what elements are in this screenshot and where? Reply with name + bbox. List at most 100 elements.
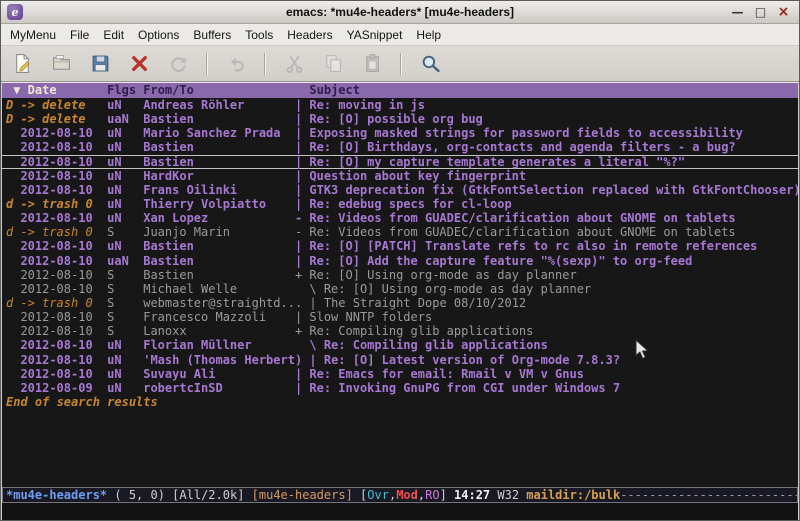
row-from: Bastien: [143, 155, 287, 169]
row-subject: - Re: Videos from GUADEC/clarification a…: [295, 225, 798, 239]
row-mark-char: [6, 126, 20, 140]
message-row[interactable]: 2012-08-10SBastien+ Re: [O] Using org-mo…: [2, 268, 798, 282]
column-header-subject[interactable]: Subject: [295, 83, 360, 98]
modeline-segment-plain: [: [353, 488, 367, 502]
copy-icon[interactable]: [318, 50, 348, 78]
column-header-from[interactable]: From/To: [143, 83, 295, 98]
refresh-icon[interactable]: [163, 50, 193, 78]
message-row[interactable]: 2012-08-10uNBastien| Re: [O] [PATCH] Tra…: [2, 239, 798, 253]
message-row[interactable]: D-> deleteuNAndreas Röhler| Re: moving i…: [2, 98, 798, 112]
row-from: Lanoxx: [143, 324, 287, 338]
cut-icon[interactable]: [279, 50, 309, 78]
row-subject: | Re: edebug specs for cl-loop: [295, 197, 798, 211]
new-file-glyph: [12, 53, 33, 74]
row-mark-char: [6, 353, 20, 367]
message-row[interactable]: d-> trash 0SJuanjo Marin- Re: Videos fro…: [2, 225, 798, 239]
menu-item-headers[interactable]: Headers: [280, 26, 339, 44]
message-row[interactable]: 2012-08-10uNFlorian Müllner \ Re: Compil…: [2, 338, 798, 352]
menu-item-buffers[interactable]: Buffers: [186, 26, 238, 44]
new-file-icon[interactable]: [7, 50, 37, 78]
row-from: Bastien: [143, 112, 287, 126]
message-row[interactable]: D-> deleteuaNBastien| Re: [O] possible o…: [2, 112, 798, 126]
message-row[interactable]: 2012-08-10uNHardKor| Question about key …: [2, 169, 798, 183]
close-button[interactable]: ×: [774, 4, 793, 20]
row-subject: | Re: Invoking GnuPG from CGI under Wind…: [295, 381, 798, 395]
open-folder-icon[interactable]: [46, 50, 76, 78]
message-row[interactable]: d-> trash 0Swebmaster@straightd...| The …: [2, 296, 798, 310]
row-flags: uN: [107, 126, 143, 140]
column-header-flags[interactable]: Flgs: [107, 83, 143, 98]
row-subject: | Re: [O] Add the capture feature "%(sex…: [295, 254, 798, 268]
menu-item-edit[interactable]: Edit: [96, 26, 131, 44]
row-subject: - Re: Videos from GUADEC/clarification a…: [295, 211, 798, 225]
row-flags: uN: [107, 211, 143, 225]
menu-item-help[interactable]: Help: [409, 26, 448, 44]
row-from: Andreas Röhler: [143, 98, 287, 112]
minibuffer[interactable]: [2, 503, 798, 520]
message-row[interactable]: 2012-08-10uNMario Sanchez Prada| Exposin…: [2, 126, 798, 140]
message-row[interactable]: 2012-08-10uNXan Lopez- Re: Videos from G…: [2, 211, 798, 225]
undo-icon[interactable]: [221, 50, 251, 78]
row-mark-char: [6, 338, 20, 352]
message-row[interactable]: 2012-08-10uNFrans Oilinki| GTK3 deprecat…: [2, 183, 798, 197]
menu-item-file[interactable]: File: [63, 26, 96, 44]
mu4e-headers-buffer[interactable]: ▼ DateFlgsFrom/To Subject D-> deleteuNAn…: [2, 82, 798, 487]
row-date: -> trash 0: [20, 225, 107, 239]
row-date: 2012-08-10: [20, 268, 107, 282]
row-from: Suvayu Ali: [143, 367, 287, 381]
row-mark-char: [6, 169, 20, 183]
menu-item-tools[interactable]: Tools: [238, 26, 280, 44]
row-from: Xan Lopez: [143, 211, 287, 225]
row-date: -> trash 0: [20, 197, 107, 211]
message-row[interactable]: 2012-08-10uN'Mash (Thomas Herbert)| Re: …: [2, 353, 798, 367]
search-icon[interactable]: [415, 50, 445, 78]
cut-glyph: [284, 53, 305, 74]
row-mark-char: D: [6, 112, 20, 126]
row-flags: uN: [107, 140, 143, 154]
message-row[interactable]: 2012-08-10SFrancesco Mazzoli| Slow NNTP …: [2, 310, 798, 324]
message-row[interactable]: 2012-08-09uNrobertcInSD| Re: Invoking Gn…: [2, 381, 798, 395]
save-icon[interactable]: [85, 50, 115, 78]
message-row[interactable]: 2012-08-10uNBastien| Re: [O] Birthdays, …: [2, 140, 798, 154]
message-row[interactable]: 2012-08-10SMichael Welle \ Re: [O] Using…: [2, 282, 798, 296]
row-from: 'Mash (Thomas Herbert): [143, 353, 302, 367]
menu-item-mymenu[interactable]: MyMenu: [3, 26, 63, 44]
message-row[interactable]: 2012-08-10SLanoxx+ Re: Compiling glib ap…: [2, 324, 798, 338]
row-date: -> trash 0: [20, 296, 107, 310]
menu-item-yasnippet[interactable]: YASnippet: [340, 26, 410, 44]
message-row[interactable]: 2012-08-10uaNBastien| Re: [O] Add the ca…: [2, 254, 798, 268]
row-subject: | Question about key fingerprint: [295, 169, 798, 183]
message-row[interactable]: d-> trash 0uNThierry Volpiatto| Re: edeb…: [2, 197, 798, 211]
row-flags: S: [107, 225, 143, 239]
emacs-window: e emacs: *mu4e-headers* [mu4e-headers] —…: [0, 0, 800, 521]
message-row[interactable]: 2012-08-10uNBastien| Re: [O] my capture …: [2, 155, 798, 169]
column-header-date[interactable]: ▼ Date: [6, 83, 107, 98]
row-mark-char: [6, 140, 20, 154]
header-line: ▼ DateFlgsFrom/To Subject: [2, 83, 798, 98]
toolbar-separator: [400, 53, 402, 75]
row-flags: uN: [107, 98, 143, 112]
row-flags: S: [107, 268, 143, 282]
row-flags: uN: [107, 367, 143, 381]
row-flags: uN: [107, 197, 143, 211]
paste-glyph: [362, 53, 383, 74]
row-flags: uN: [107, 183, 143, 197]
row-subject: + Re: Compiling glib applications: [295, 324, 798, 338]
row-flags: uN: [107, 155, 143, 169]
close-buffer-icon[interactable]: [124, 50, 154, 78]
minimize-button[interactable]: —: [728, 4, 747, 20]
row-from: Bastien: [143, 268, 287, 282]
modeline-segment-mode: [mu4e-headers]: [252, 488, 353, 502]
message-row[interactable]: 2012-08-10uNSuvayu Ali| Re: Emacs for em…: [2, 367, 798, 381]
menu-item-options[interactable]: Options: [131, 26, 186, 44]
paste-icon[interactable]: [357, 50, 387, 78]
titlebar: e emacs: *mu4e-headers* [mu4e-headers] —…: [1, 1, 799, 24]
row-flags: uN: [107, 353, 143, 367]
toolbar-separator: [264, 53, 266, 75]
maximize-button[interactable]: □: [751, 4, 770, 20]
row-from: HardKor: [143, 169, 287, 183]
modeline-segment-ovr: Ovr: [367, 488, 389, 502]
row-mark-char: [6, 211, 20, 225]
mode-line[interactable]: *mu4e-headers* ( 5, 0) [All/2.0k] [mu4e-…: [2, 487, 798, 503]
row-date: 2012-08-10: [20, 324, 107, 338]
